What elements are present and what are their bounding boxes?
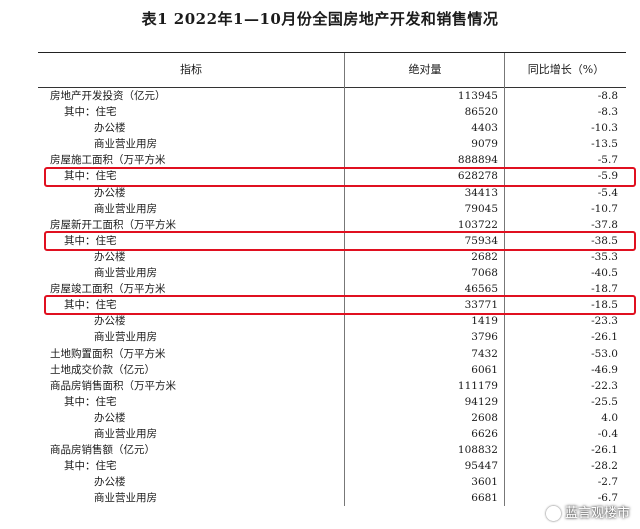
row-absolute-value: 6681 [471,492,498,505]
row-absolute-value: 3796 [471,331,498,344]
row-label: 办公楼 [94,411,126,424]
table-row: 办公楼 4403 -10.3 [38,120,626,136]
row-label: 土地购置面积（万平方米 [50,347,166,360]
row-absolute-value: 6061 [471,363,498,376]
data-table: 指标 绝对量 同比增长（%） 房地产开发投资（亿元） 113945 -8.8 其中：住… [38,52,636,507]
page-title: 表1 2022年1—10月份全国房地产开发和销售情况 [141,10,499,28]
row-label: 土地成交价款（亿元） [50,363,155,376]
row-yoy-value: -26.1 [591,331,618,344]
row-label: 其中：住宅 [64,106,117,119]
row-absolute-value: 34413 [464,186,498,199]
table-row: 办公楼 2608 4.0 [38,410,626,426]
row-label: 其中：住宅 [64,395,117,408]
row-label: 商业营业用房 [94,427,157,440]
row-label: 办公楼 [94,315,126,328]
highlight-box [44,295,636,316]
row-absolute-value: 6626 [471,427,498,440]
table-row: 商业营业用房 7068 -40.5 [38,265,626,281]
watermark-logo-icon [545,506,561,521]
row-label: 商品房销售额（亿元） [50,444,155,457]
row-yoy-value: -8.8 [597,90,618,102]
row-yoy-value: -22.3 [591,379,618,392]
row-yoy-value: -5.4 [597,186,618,199]
row-label: 办公楼 [94,186,126,199]
row-label: 商业营业用房 [94,202,157,215]
row-yoy-value: -46.9 [591,363,618,376]
row-label: 商业营业用房 [94,492,157,505]
row-label: 其中：住宅 [64,460,117,473]
table-row: 其中：住宅 86520 -8.3 [38,104,626,120]
table-row: 土地购置面积（万平方米 7432 -53.0 [38,346,626,362]
table-row: 商品房销售额（亿元） 108832 -26.1 [38,442,626,458]
row-absolute-value: 1419 [471,315,498,328]
row-absolute-value: 9079 [471,138,498,151]
row-yoy-value: 4.0 [601,411,618,424]
row-yoy-value: -8.3 [597,106,618,119]
row-absolute-value: 79045 [464,202,498,215]
row-yoy-value: -35.3 [591,250,618,263]
watermark-text: 蓝言观楼市 [564,506,630,521]
row-yoy-value: -28.2 [591,460,618,473]
row-absolute-value: 113945 [457,90,498,102]
row-label: 商业营业用房 [94,331,157,344]
table-row: 办公楼 3601 -2.7 [38,474,626,490]
table-header: 指标 绝对量 同比增长（%） [38,53,626,88]
row-absolute-value: 108832 [457,444,498,457]
row-absolute-value: 2608 [471,411,498,424]
table-row: 商业营业用房 79045 -10.7 [38,201,626,217]
row-yoy-value: -26.1 [591,444,618,457]
watermark: 蓝言观楼市 [545,502,630,521]
table-row: 办公楼 34413 -5.4 [38,185,626,201]
row-label: 办公楼 [94,250,126,263]
row-yoy-value: -25.5 [591,395,618,408]
table-body: 房地产开发投资（亿元） 113945 -8.8 其中：住宅 86520 -8.3 办公楼 44… [38,88,636,506]
row-yoy-value: -0.4 [597,427,618,440]
row-yoy-value: -53.0 [591,347,618,360]
row-label: 办公楼 [94,122,126,135]
row-label: 房屋施工面积（万平方米 [50,154,166,167]
row-absolute-value: 111179 [457,379,498,392]
header-yoy: 同比增长（%） [504,53,627,87]
row-yoy-value: -23.3 [591,315,618,328]
row-absolute-value: 7068 [471,267,498,280]
row-absolute-value: 7432 [471,347,498,360]
table-row: 房地产开发投资（亿元） 113945 -8.8 [38,88,626,104]
row-absolute-value: 86520 [464,106,498,119]
row-absolute-value: 94129 [464,395,498,408]
table-row: 商业营业用房 3796 -26.1 [38,329,626,345]
row-label: 房地产开发投资（亿元） [50,90,166,102]
table-row: 办公楼 1419 -23.3 [38,313,626,329]
row-label: 商品房销售面积（万平方米 [50,379,176,392]
table-row: 其中：住宅 95447 -28.2 [38,458,626,474]
header-absolute: 绝对量 [344,53,505,87]
row-label: 商业营业用房 [94,138,157,151]
row-absolute-value: 2682 [471,250,498,263]
row-label: 商业营业用房 [94,267,157,280]
row-yoy-value: -5.7 [597,154,618,167]
table-row: 商业营业用房 9079 -13.5 [38,136,626,152]
highlight-box [44,230,636,251]
table-row: 商品房销售面积（万平方米 111179 -22.3 [38,378,626,394]
header-indicator: 指标 [180,63,202,76]
row-label: 办公楼 [94,476,126,489]
table-row: 商业营业用房 6681 -6.7 [38,490,626,506]
row-absolute-value: 95447 [464,460,498,473]
row-yoy-value: -10.3 [591,122,618,135]
table-row: 土地成交价款（亿元） 6061 -46.9 [38,362,626,378]
row-absolute-value: 3601 [471,476,498,489]
row-yoy-value: -13.5 [591,138,618,151]
highlight-box [44,166,636,187]
row-absolute-value: 888894 [457,154,498,167]
table-row: 商业营业用房 6626 -0.4 [38,426,626,442]
row-yoy-value: -10.7 [591,202,618,215]
table-row: 其中：住宅 94129 -25.5 [38,394,626,410]
row-yoy-value: -2.7 [597,476,618,489]
table-row: 办公楼 2682 -35.3 [38,249,626,265]
row-yoy-value: -40.5 [591,267,618,280]
row-absolute-value: 4403 [471,122,498,135]
